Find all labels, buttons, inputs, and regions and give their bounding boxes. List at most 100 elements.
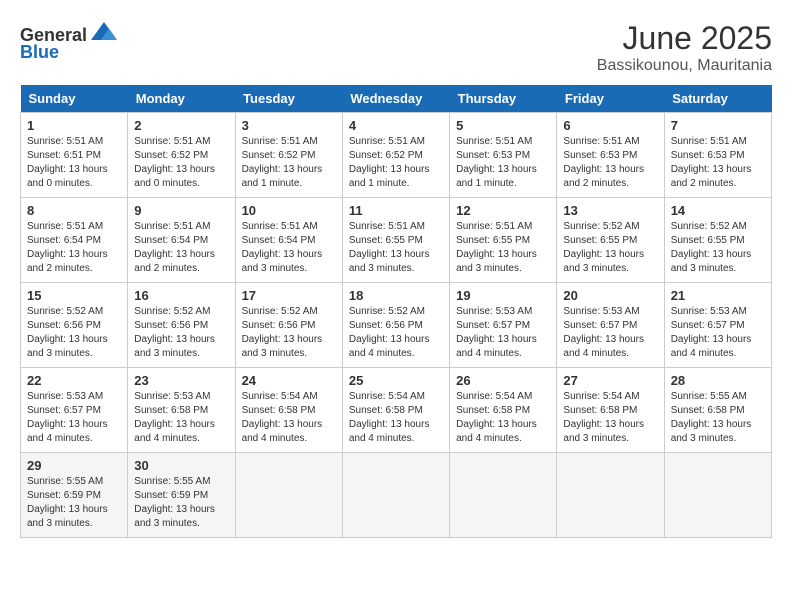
day-info: Sunrise: 5:51 AM Sunset: 6:52 PM Dayligh… bbox=[134, 135, 228, 191]
day-info: Sunrise: 5:54 AM Sunset: 6:58 PM Dayligh… bbox=[349, 390, 443, 446]
day-cell: 29 Sunrise: 5:55 AM Sunset: 6:59 PM Dayl… bbox=[21, 453, 128, 538]
day-number: 21 bbox=[671, 288, 765, 303]
day-number: 27 bbox=[563, 373, 657, 388]
logo-blue-text: Blue bbox=[20, 42, 59, 63]
day-cell: 23 Sunrise: 5:53 AM Sunset: 6:58 PM Dayl… bbox=[128, 368, 235, 453]
day-number: 14 bbox=[671, 203, 765, 218]
day-info: Sunrise: 5:53 AM Sunset: 6:57 PM Dayligh… bbox=[456, 305, 550, 361]
day-cell: 25 Sunrise: 5:54 AM Sunset: 6:58 PM Dayl… bbox=[342, 368, 449, 453]
day-number: 17 bbox=[242, 288, 336, 303]
day-number: 11 bbox=[349, 203, 443, 218]
day-info: Sunrise: 5:51 AM Sunset: 6:53 PM Dayligh… bbox=[563, 135, 657, 191]
day-cell: 6 Sunrise: 5:51 AM Sunset: 6:53 PM Dayli… bbox=[557, 113, 664, 198]
day-info: Sunrise: 5:55 AM Sunset: 6:59 PM Dayligh… bbox=[134, 475, 228, 531]
day-number: 19 bbox=[456, 288, 550, 303]
day-number: 10 bbox=[242, 203, 336, 218]
day-number: 5 bbox=[456, 118, 550, 133]
day-cell: 8 Sunrise: 5:51 AM Sunset: 6:54 PM Dayli… bbox=[21, 198, 128, 283]
day-cell bbox=[557, 453, 664, 538]
day-info: Sunrise: 5:54 AM Sunset: 6:58 PM Dayligh… bbox=[563, 390, 657, 446]
day-info: Sunrise: 5:53 AM Sunset: 6:57 PM Dayligh… bbox=[671, 305, 765, 361]
day-number: 25 bbox=[349, 373, 443, 388]
day-number: 8 bbox=[27, 203, 121, 218]
month-year-title: June 2025 bbox=[597, 20, 772, 57]
header-sunday: Sunday bbox=[21, 85, 128, 113]
day-info: Sunrise: 5:51 AM Sunset: 6:55 PM Dayligh… bbox=[456, 220, 550, 276]
day-cell bbox=[342, 453, 449, 538]
day-number: 4 bbox=[349, 118, 443, 133]
week-row-1: 1 Sunrise: 5:51 AM Sunset: 6:51 PM Dayli… bbox=[21, 113, 772, 198]
day-info: Sunrise: 5:51 AM Sunset: 6:51 PM Dayligh… bbox=[27, 135, 121, 191]
day-info: Sunrise: 5:52 AM Sunset: 6:55 PM Dayligh… bbox=[563, 220, 657, 276]
day-cell bbox=[664, 453, 771, 538]
day-info: Sunrise: 5:51 AM Sunset: 6:54 PM Dayligh… bbox=[242, 220, 336, 276]
day-info: Sunrise: 5:53 AM Sunset: 6:57 PM Dayligh… bbox=[27, 390, 121, 446]
day-cell: 27 Sunrise: 5:54 AM Sunset: 6:58 PM Dayl… bbox=[557, 368, 664, 453]
day-info: Sunrise: 5:54 AM Sunset: 6:58 PM Dayligh… bbox=[456, 390, 550, 446]
day-cell: 26 Sunrise: 5:54 AM Sunset: 6:58 PM Dayl… bbox=[450, 368, 557, 453]
day-info: Sunrise: 5:53 AM Sunset: 6:58 PM Dayligh… bbox=[134, 390, 228, 446]
page-header: General Blue June 2025 Bassikounou, Maur… bbox=[20, 20, 772, 75]
header-thursday: Thursday bbox=[450, 85, 557, 113]
day-cell: 10 Sunrise: 5:51 AM Sunset: 6:54 PM Dayl… bbox=[235, 198, 342, 283]
day-cell: 5 Sunrise: 5:51 AM Sunset: 6:53 PM Dayli… bbox=[450, 113, 557, 198]
day-info: Sunrise: 5:55 AM Sunset: 6:59 PM Dayligh… bbox=[27, 475, 121, 531]
day-cell: 3 Sunrise: 5:51 AM Sunset: 6:52 PM Dayli… bbox=[235, 113, 342, 198]
day-info: Sunrise: 5:51 AM Sunset: 6:54 PM Dayligh… bbox=[134, 220, 228, 276]
day-cell: 18 Sunrise: 5:52 AM Sunset: 6:56 PM Dayl… bbox=[342, 283, 449, 368]
day-info: Sunrise: 5:52 AM Sunset: 6:56 PM Dayligh… bbox=[134, 305, 228, 361]
header-friday: Friday bbox=[557, 85, 664, 113]
day-cell: 20 Sunrise: 5:53 AM Sunset: 6:57 PM Dayl… bbox=[557, 283, 664, 368]
day-info: Sunrise: 5:51 AM Sunset: 6:52 PM Dayligh… bbox=[242, 135, 336, 191]
day-number: 29 bbox=[27, 458, 121, 473]
day-info: Sunrise: 5:52 AM Sunset: 6:55 PM Dayligh… bbox=[671, 220, 765, 276]
day-cell: 22 Sunrise: 5:53 AM Sunset: 6:57 PM Dayl… bbox=[21, 368, 128, 453]
week-row-2: 8 Sunrise: 5:51 AM Sunset: 6:54 PM Dayli… bbox=[21, 198, 772, 283]
logo: General Blue bbox=[20, 20, 119, 63]
day-info: Sunrise: 5:53 AM Sunset: 6:57 PM Dayligh… bbox=[563, 305, 657, 361]
day-info: Sunrise: 5:52 AM Sunset: 6:56 PM Dayligh… bbox=[242, 305, 336, 361]
day-info: Sunrise: 5:51 AM Sunset: 6:53 PM Dayligh… bbox=[456, 135, 550, 191]
day-info: Sunrise: 5:51 AM Sunset: 6:53 PM Dayligh… bbox=[671, 135, 765, 191]
header-wednesday: Wednesday bbox=[342, 85, 449, 113]
week-row-5: 29 Sunrise: 5:55 AM Sunset: 6:59 PM Dayl… bbox=[21, 453, 772, 538]
day-cell: 19 Sunrise: 5:53 AM Sunset: 6:57 PM Dayl… bbox=[450, 283, 557, 368]
day-number: 23 bbox=[134, 373, 228, 388]
day-number: 24 bbox=[242, 373, 336, 388]
day-cell: 12 Sunrise: 5:51 AM Sunset: 6:55 PM Dayl… bbox=[450, 198, 557, 283]
day-number: 9 bbox=[134, 203, 228, 218]
location-subtitle: Bassikounou, Mauritania bbox=[597, 57, 772, 75]
day-info: Sunrise: 5:54 AM Sunset: 6:58 PM Dayligh… bbox=[242, 390, 336, 446]
day-number: 26 bbox=[456, 373, 550, 388]
day-info: Sunrise: 5:55 AM Sunset: 6:58 PM Dayligh… bbox=[671, 390, 765, 446]
day-number: 20 bbox=[563, 288, 657, 303]
day-cell bbox=[450, 453, 557, 538]
day-number: 7 bbox=[671, 118, 765, 133]
day-number: 6 bbox=[563, 118, 657, 133]
day-cell bbox=[235, 453, 342, 538]
day-number: 18 bbox=[349, 288, 443, 303]
day-cell: 4 Sunrise: 5:51 AM Sunset: 6:52 PM Dayli… bbox=[342, 113, 449, 198]
calendar-table: Sunday Monday Tuesday Wednesday Thursday… bbox=[20, 85, 772, 538]
day-cell: 15 Sunrise: 5:52 AM Sunset: 6:56 PM Dayl… bbox=[21, 283, 128, 368]
week-row-3: 15 Sunrise: 5:52 AM Sunset: 6:56 PM Dayl… bbox=[21, 283, 772, 368]
day-number: 15 bbox=[27, 288, 121, 303]
day-cell: 28 Sunrise: 5:55 AM Sunset: 6:58 PM Dayl… bbox=[664, 368, 771, 453]
day-cell: 1 Sunrise: 5:51 AM Sunset: 6:51 PM Dayli… bbox=[21, 113, 128, 198]
day-number: 12 bbox=[456, 203, 550, 218]
header-monday: Monday bbox=[128, 85, 235, 113]
day-cell: 21 Sunrise: 5:53 AM Sunset: 6:57 PM Dayl… bbox=[664, 283, 771, 368]
day-number: 30 bbox=[134, 458, 228, 473]
day-number: 16 bbox=[134, 288, 228, 303]
day-number: 22 bbox=[27, 373, 121, 388]
day-cell: 30 Sunrise: 5:55 AM Sunset: 6:59 PM Dayl… bbox=[128, 453, 235, 538]
day-cell: 9 Sunrise: 5:51 AM Sunset: 6:54 PM Dayli… bbox=[128, 198, 235, 283]
day-number: 13 bbox=[563, 203, 657, 218]
day-number: 2 bbox=[134, 118, 228, 133]
day-info: Sunrise: 5:52 AM Sunset: 6:56 PM Dayligh… bbox=[27, 305, 121, 361]
day-number: 28 bbox=[671, 373, 765, 388]
day-info: Sunrise: 5:52 AM Sunset: 6:56 PM Dayligh… bbox=[349, 305, 443, 361]
day-cell: 16 Sunrise: 5:52 AM Sunset: 6:56 PM Dayl… bbox=[128, 283, 235, 368]
day-cell: 7 Sunrise: 5:51 AM Sunset: 6:53 PM Dayli… bbox=[664, 113, 771, 198]
days-header-row: Sunday Monday Tuesday Wednesday Thursday… bbox=[21, 85, 772, 113]
